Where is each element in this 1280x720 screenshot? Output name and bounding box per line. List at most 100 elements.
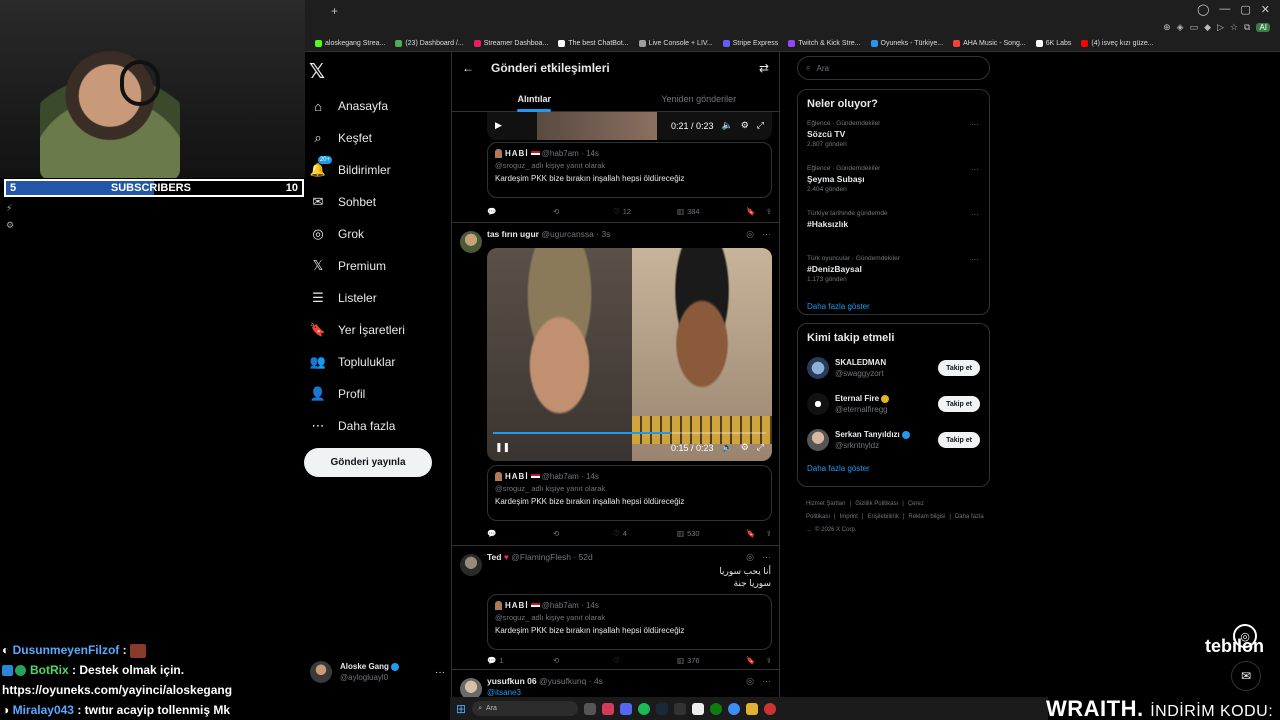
share-icon[interactable]: ⇪ bbox=[766, 529, 772, 538]
trend-item[interactable]: Türk oyuncular · Gündemdekiler #DenizBays… bbox=[798, 251, 989, 296]
bookmark-item[interactable]: Streamer Dashboa... bbox=[473, 40, 548, 47]
close-icon[interactable]: ✕ bbox=[1261, 3, 1270, 16]
show-more-link[interactable]: Daha fazla göster bbox=[798, 296, 989, 321]
avatar[interactable] bbox=[807, 429, 829, 451]
puzzle-icon[interactable]: ⧉ bbox=[1244, 22, 1250, 33]
video-player[interactable]: ▶ 0:21 / 0:23 🔈 ⚙ ⤢ bbox=[487, 112, 772, 140]
nav-item-sohbet[interactable]: ✉ Sohbet bbox=[310, 186, 450, 218]
xbox-icon[interactable] bbox=[710, 702, 723, 715]
nav-item-listeler[interactable]: ☰ Listeler bbox=[310, 282, 450, 314]
more-icon[interactable]: ··· bbox=[971, 210, 979, 219]
bookmark-item[interactable]: Live Console + LIV... bbox=[638, 40, 713, 47]
nav-item-premium[interactable]: 𝕏 Premium bbox=[310, 250, 450, 282]
nav-item-daha-fazla[interactable]: ⋯ Daha fazla bbox=[310, 410, 450, 442]
quoted-post[interactable]: HABİ @hab7am · 14s @sroguz_ adlı kişiye … bbox=[487, 594, 772, 650]
author-handle[interactable]: @yusufkunq bbox=[539, 676, 586, 686]
nav-item-keşfet[interactable]: ⌕ Keşfet bbox=[310, 122, 450, 154]
trend-item[interactable]: Eğlence · Gündemdekiler Sözcü TV 2.807 gön… bbox=[798, 116, 989, 161]
post[interactable]: Ted ♥ @FlamingFlesh · 52d ◎ ··· أنا يحب س… bbox=[452, 546, 779, 670]
more-icon[interactable]: ··· bbox=[971, 255, 979, 264]
more-icon[interactable]: ··· bbox=[762, 676, 771, 687]
repost-button[interactable]: ⟲ bbox=[553, 656, 613, 665]
folder-icon[interactable] bbox=[746, 702, 759, 715]
bookmark-icon[interactable]: 🔖 bbox=[746, 529, 755, 538]
opera-icon[interactable] bbox=[602, 702, 615, 715]
follow-suggestion[interactable]: Serkan Tanyıldızı @srkntnyldz Takip et bbox=[798, 422, 989, 458]
follow-suggestion[interactable]: SKALEDMAN @swaggyzort Takip et bbox=[798, 350, 989, 386]
avatar[interactable] bbox=[460, 231, 482, 253]
play-icon[interactable]: ▶ bbox=[495, 120, 502, 131]
grok-icon[interactable]: ◎ bbox=[746, 229, 754, 240]
author-name[interactable]: tas fırın ugur bbox=[487, 229, 539, 239]
bookmark-item[interactable]: 6K Labs bbox=[1035, 40, 1071, 47]
repost-button[interactable]: ⟲ bbox=[553, 529, 613, 538]
file-icon[interactable] bbox=[584, 702, 597, 715]
volume-icon[interactable]: 🔈 bbox=[722, 120, 733, 131]
ai-button[interactable]: AI bbox=[1256, 23, 1270, 32]
reply-button[interactable]: 💬 1 bbox=[487, 656, 553, 665]
more-icon[interactable]: ··· bbox=[435, 667, 445, 678]
more-icon[interactable]: ··· bbox=[762, 229, 771, 240]
x-logo-icon[interactable]: 𝕏 bbox=[309, 59, 325, 84]
more-icon[interactable]: ··· bbox=[762, 552, 771, 563]
nav-item-profil[interactable]: 👤 Profil bbox=[310, 378, 450, 410]
bookmark-item[interactable]: The best ChatBot... bbox=[558, 40, 629, 47]
shield-icon[interactable]: ◆ bbox=[1204, 22, 1211, 33]
search-input[interactable]: ⌕ Ara bbox=[797, 56, 990, 80]
extension-icon[interactable]: ◈ bbox=[1177, 22, 1184, 33]
star-icon[interactable]: ☆ bbox=[1230, 22, 1238, 33]
author-name[interactable]: Ted bbox=[487, 552, 501, 562]
fullscreen-icon[interactable]: ⤢ bbox=[757, 442, 764, 453]
share-icon[interactable]: ▭ bbox=[1190, 22, 1199, 33]
settings-icon[interactable]: ⚙ bbox=[741, 120, 749, 131]
follow-button[interactable]: Takip et bbox=[938, 396, 980, 412]
footer-link[interactable]: © 2026 X Corp. bbox=[815, 527, 856, 533]
maximize-icon[interactable]: ▢ bbox=[1240, 3, 1250, 16]
avatar[interactable] bbox=[807, 357, 829, 379]
views-button[interactable]: ▥ 376 bbox=[677, 656, 745, 665]
bookmark-icon[interactable]: 🔖 bbox=[746, 656, 755, 665]
nav-item-topluluklar[interactable]: 👥 Topluluklar bbox=[310, 346, 450, 378]
trend-item[interactable]: Eğlence · Gündemdekiler Şeyma Subaşı 2.404… bbox=[798, 161, 989, 206]
tab-reposts[interactable]: Yeniden gönderiler bbox=[617, 86, 780, 112]
views-button[interactable]: ▥ 384 bbox=[677, 207, 745, 216]
profile-icon[interactable]: ◯ bbox=[1197, 3, 1209, 16]
share-icon[interactable]: ⇪ bbox=[766, 656, 772, 665]
bookmark-item[interactable]: Stripe Express bbox=[722, 40, 778, 47]
avatar[interactable] bbox=[807, 393, 829, 415]
bookmark-item[interactable]: Oyuneks - Türkiye... bbox=[870, 40, 943, 47]
video-progress[interactable] bbox=[493, 432, 766, 434]
spotify-icon[interactable] bbox=[638, 702, 651, 715]
bookmark-item[interactable]: (23) Dashboard /... bbox=[395, 40, 464, 47]
grok-icon[interactable]: ◎ bbox=[746, 676, 754, 687]
like-button[interactable]: ♡ 4 bbox=[613, 529, 677, 538]
pause-icon[interactable]: ❚❚ bbox=[495, 442, 510, 453]
back-arrow-icon[interactable]: ← bbox=[462, 61, 474, 75]
post[interactable]: tas fırın ugur @ugurcanssa · 3s ◎ ··· ❚❚ … bbox=[452, 223, 779, 546]
tab-quotes[interactable]: Alıntılar bbox=[452, 86, 617, 112]
footer-link[interactable]: Hizmet Şartları bbox=[806, 501, 846, 507]
nav-item-anasayfa[interactable]: ⌂ Anasayfa bbox=[310, 90, 450, 122]
avatar[interactable] bbox=[460, 554, 482, 576]
author-handle[interactable]: @ugurcanssa bbox=[541, 229, 594, 239]
bookmark-item[interactable]: Twitch & Kick Stre... bbox=[788, 40, 861, 47]
grok-icon[interactable]: ◎ bbox=[746, 552, 754, 563]
footer-link[interactable]: Reklam bilgisi bbox=[908, 514, 945, 520]
trend-item[interactable]: Türkiye tarihinde gündemde #Haksızlık ··· bbox=[798, 206, 989, 251]
follow-button[interactable]: Takip et bbox=[938, 432, 980, 448]
fullscreen-icon[interactable]: ⤢ bbox=[757, 120, 764, 131]
follow-suggestion[interactable]: Eternal Fire @eternalfiregg Takip et bbox=[798, 386, 989, 422]
zoom-icon[interactable]: ⊕ bbox=[1163, 22, 1171, 33]
video-player[interactable]: ❚❚ 0:15 / 0:23 🔈 ⚙ ⤢ bbox=[487, 248, 772, 461]
reply-mention[interactable]: @itsane3 bbox=[487, 688, 521, 697]
discord-icon[interactable] bbox=[620, 702, 633, 715]
footer-link[interactable]: Imprint bbox=[840, 514, 858, 520]
nav-item-yer-i-şaretleri[interactable]: 🔖 Yer İşaretleri bbox=[310, 314, 450, 346]
share-icon[interactable]: ⇪ bbox=[766, 207, 772, 216]
epic-icon[interactable] bbox=[674, 702, 687, 715]
author-handle[interactable]: @FlamingFlesh bbox=[511, 552, 571, 562]
reply-button[interactable]: 💬 bbox=[487, 529, 553, 538]
nav-item-grok[interactable]: ◎ Grok bbox=[310, 218, 450, 250]
more-icon[interactable]: ··· bbox=[971, 165, 979, 174]
app-icon[interactable] bbox=[692, 702, 705, 715]
